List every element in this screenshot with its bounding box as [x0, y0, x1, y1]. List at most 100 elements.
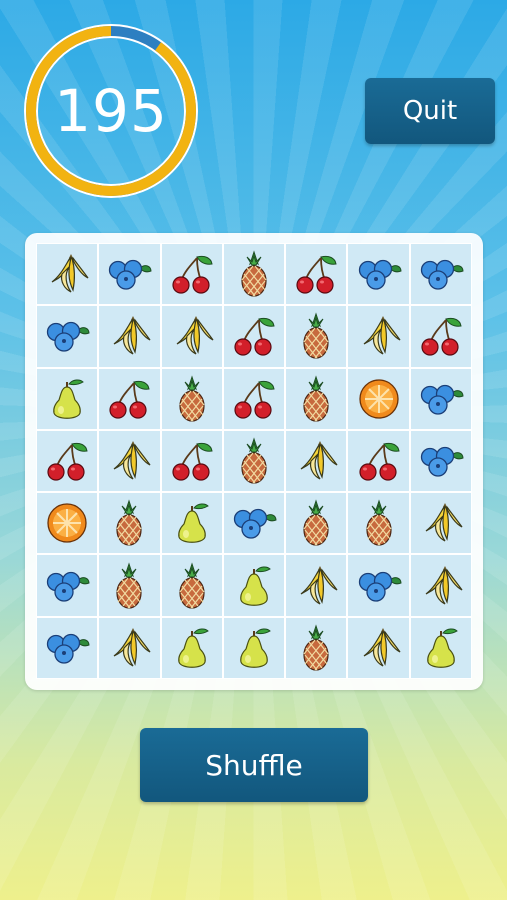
banana-icon — [291, 561, 341, 611]
grid-cell[interactable] — [285, 367, 348, 430]
banana-icon — [42, 249, 92, 299]
pear-icon — [229, 623, 279, 673]
grid-cell[interactable] — [36, 429, 99, 493]
pear-icon — [229, 561, 279, 611]
grid-cell[interactable] — [222, 492, 286, 555]
grid-cell[interactable] — [222, 367, 286, 430]
grid-cell[interactable] — [347, 492, 410, 555]
shuffle-button[interactable]: Shuffle — [140, 728, 368, 802]
grid-cell[interactable] — [98, 429, 161, 493]
cherries-icon — [104, 374, 154, 424]
pineapple-icon — [167, 561, 217, 611]
grid-cell[interactable] — [222, 243, 286, 306]
grid-cell[interactable] — [222, 554, 286, 617]
grid-cell[interactable] — [409, 429, 472, 493]
grid-cell[interactable] — [36, 554, 99, 617]
pear-icon — [167, 623, 217, 673]
cherries-icon — [167, 249, 217, 299]
banana-icon — [416, 561, 466, 611]
grid-cell[interactable] — [347, 243, 410, 306]
grid-cell[interactable] — [98, 554, 161, 617]
grid-cell[interactable] — [285, 243, 348, 306]
grid-cell[interactable] — [347, 429, 410, 493]
grid-cell[interactable] — [222, 616, 286, 679]
blueberries-icon — [42, 311, 92, 361]
timer-value: 195 — [54, 77, 168, 145]
grid-cell[interactable] — [98, 243, 161, 306]
cherries-icon — [291, 249, 341, 299]
grid-cell[interactable] — [98, 616, 161, 679]
banana-icon — [354, 623, 404, 673]
cherries-icon — [229, 374, 279, 424]
grid-cell[interactable] — [98, 492, 161, 555]
blueberries-icon — [416, 436, 466, 486]
grid-cell[interactable] — [160, 305, 223, 368]
pear-icon — [167, 498, 217, 548]
grid-cell[interactable] — [409, 554, 472, 617]
grid-cell[interactable] — [409, 243, 472, 306]
grid-cell[interactable] — [285, 305, 348, 368]
grid-cell[interactable] — [285, 492, 348, 555]
pineapple-icon — [291, 623, 341, 673]
grid-cell[interactable] — [409, 492, 472, 555]
grid-cell[interactable] — [160, 554, 223, 617]
pineapple-icon — [291, 374, 341, 424]
grid-cell[interactable] — [285, 429, 348, 493]
grid-cell[interactable] — [409, 305, 472, 368]
grid-cell[interactable] — [347, 554, 410, 617]
banana-icon — [104, 436, 154, 486]
grid-cell[interactable] — [36, 305, 99, 368]
grid-cell[interactable] — [160, 616, 223, 679]
pineapple-icon — [167, 374, 217, 424]
banana-icon — [291, 436, 341, 486]
grid-cell[interactable] — [347, 305, 410, 368]
blueberries-icon — [104, 249, 154, 299]
banana-icon — [354, 311, 404, 361]
grid-cell[interactable] — [36, 367, 99, 430]
banana-icon — [416, 498, 466, 548]
blueberries-icon — [354, 561, 404, 611]
quit-button[interactable]: Quit — [365, 78, 495, 144]
blueberries-icon — [416, 249, 466, 299]
cherries-icon — [354, 436, 404, 486]
cherries-icon — [167, 436, 217, 486]
pineapple-icon — [354, 498, 404, 548]
timer-ring: 195 — [24, 24, 198, 198]
grid-cell[interactable] — [160, 429, 223, 493]
grid-cell[interactable] — [36, 616, 99, 679]
pineapple-icon — [104, 561, 154, 611]
grid-cell[interactable] — [409, 367, 472, 430]
blueberries-icon — [229, 498, 279, 548]
cherries-icon — [42, 436, 92, 486]
grid-cell[interactable] — [409, 616, 472, 679]
grid-cell[interactable] — [36, 492, 99, 555]
pear-icon — [42, 374, 92, 424]
blueberries-icon — [42, 623, 92, 673]
grid-cell[interactable] — [160, 367, 223, 430]
pineapple-icon — [104, 498, 154, 548]
grid-cell[interactable] — [36, 243, 99, 306]
grid-cell[interactable] — [347, 616, 410, 679]
grid-cell[interactable] — [222, 429, 286, 493]
pear-icon — [416, 623, 466, 673]
grid-cell[interactable] — [160, 492, 223, 555]
blueberries-icon — [416, 374, 466, 424]
grid-cell[interactable] — [222, 305, 286, 368]
orange-icon — [42, 498, 92, 548]
banana-icon — [104, 311, 154, 361]
orange-icon — [354, 374, 404, 424]
grid-cell[interactable] — [98, 367, 161, 430]
pineapple-icon — [291, 498, 341, 548]
grid-cell[interactable] — [347, 367, 410, 430]
pineapple-icon — [229, 249, 279, 299]
blueberries-icon — [42, 561, 92, 611]
grid-cell[interactable] — [285, 554, 348, 617]
banana-icon — [167, 311, 217, 361]
grid-cell[interactable] — [98, 305, 161, 368]
cherries-icon — [416, 311, 466, 361]
banana-icon — [104, 623, 154, 673]
pineapple-icon — [229, 436, 279, 486]
grid-cell[interactable] — [160, 243, 223, 306]
grid-cell[interactable] — [285, 616, 348, 679]
pineapple-icon — [291, 311, 341, 361]
